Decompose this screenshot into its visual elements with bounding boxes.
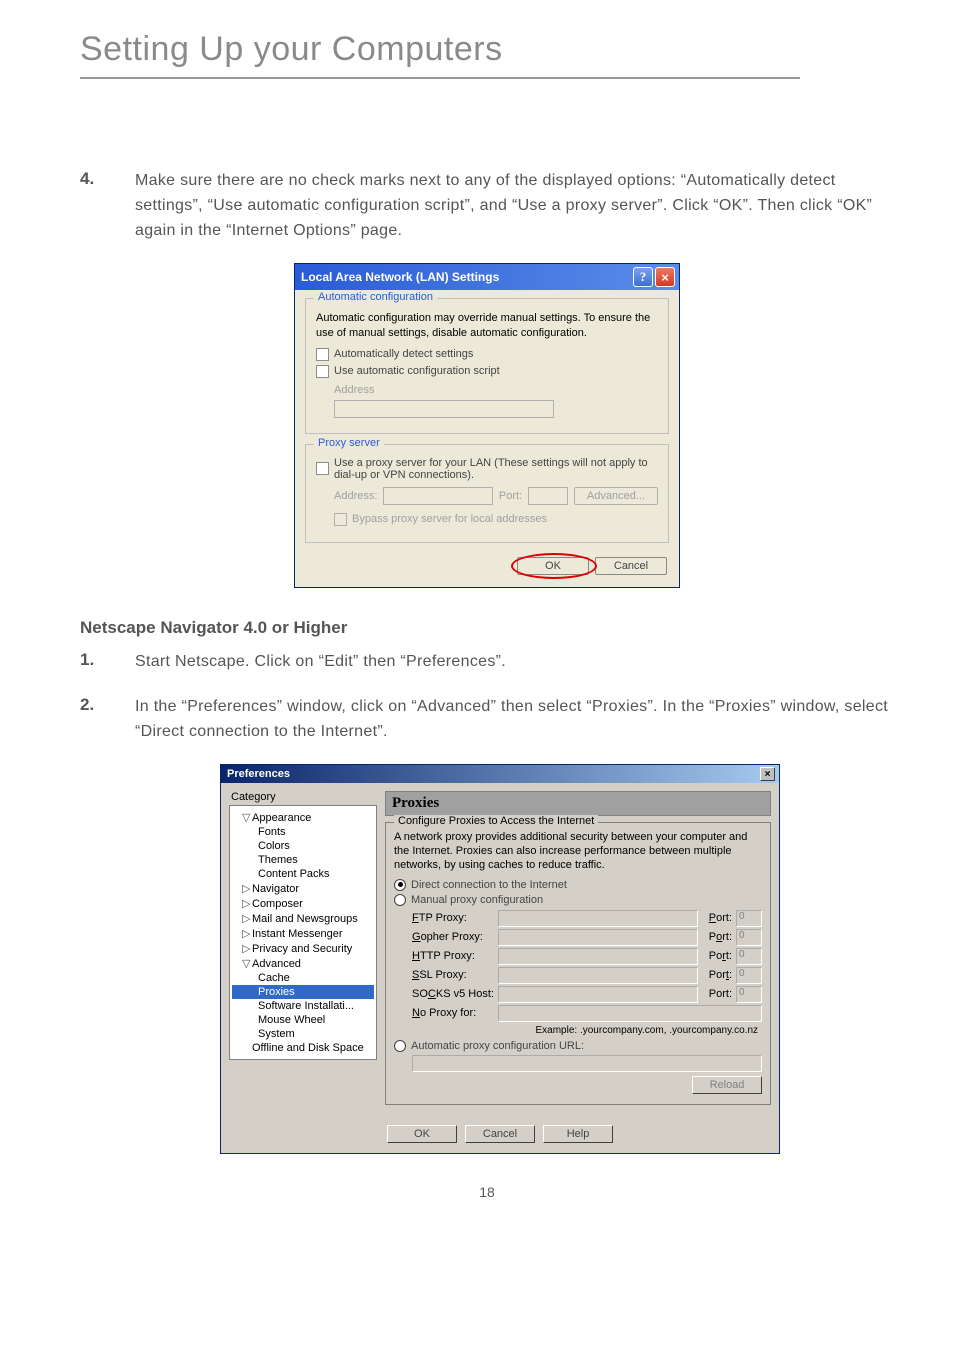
tree-privacy[interactable]: ▷Privacy and Security	[232, 941, 374, 956]
tree-system[interactable]: System	[232, 1027, 374, 1041]
tree-themes[interactable]: Themes	[232, 853, 374, 867]
page-number: 18	[80, 1184, 894, 1200]
proxy-address-label: Address:	[334, 490, 377, 502]
proxy-port-label: Port:	[499, 490, 522, 502]
step-number-2: 2.	[80, 695, 135, 745]
socks-port-input: 0	[736, 986, 762, 1003]
tree-appearance[interactable]: ▽Appearance	[232, 810, 374, 825]
title-underline	[80, 77, 800, 79]
tree-content-packs[interactable]: Content Packs	[232, 867, 374, 881]
ssl-label: SSL Proxy:	[412, 969, 494, 981]
use-script-label: Use automatic configuration script	[334, 365, 500, 377]
ssl-port-input: 0	[736, 967, 762, 984]
address-input	[334, 400, 554, 418]
autourl-input	[412, 1055, 762, 1072]
bypass-label: Bypass proxy server for local addresses	[352, 513, 547, 525]
tree-offline[interactable]: Offline and Disk Space	[232, 1041, 374, 1055]
close-button[interactable]: ×	[655, 267, 675, 287]
prefs-titlebar: Preferences ×	[221, 765, 779, 783]
tree-navigator[interactable]: ▷Navigator	[232, 881, 374, 896]
example-text: Example: .yourcompany.com, .yourcompany.…	[394, 1025, 758, 1036]
ftp-input	[498, 910, 698, 927]
proxy-server-group: Proxy server Use a proxy server for your…	[305, 444, 669, 543]
proxy-address-input	[383, 487, 492, 505]
manual-radio[interactable]	[394, 894, 406, 906]
auto-detect-checkbox[interactable]	[316, 348, 329, 361]
automatic-configuration-group: Automatic configuration Automatic config…	[305, 298, 669, 434]
dialog-title: Local Area Network (LAN) Settings	[301, 270, 631, 284]
http-label: HTTP Proxy:	[412, 950, 494, 962]
use-proxy-label: Use a proxy server for your LAN (These s…	[334, 457, 658, 481]
prefs-ok-button[interactable]: OK	[387, 1125, 457, 1143]
prefs-help-button[interactable]: Help	[543, 1125, 613, 1143]
proxy-port-input	[528, 487, 568, 505]
proxies-description: A network proxy provides additional secu…	[394, 831, 762, 872]
gopher-port-label: Port:	[702, 931, 732, 943]
socks-label: SOCKS v5 Host:	[412, 988, 494, 1000]
tree-software[interactable]: Software Installati...	[232, 999, 374, 1013]
ftp-label: FTP Proxy:	[412, 912, 494, 924]
ftp-port-input: 0	[736, 910, 762, 927]
ssl-port-label: Port:	[702, 969, 732, 981]
cancel-button[interactable]: Cancel	[595, 557, 667, 575]
tree-proxies[interactable]: Proxies	[232, 985, 374, 999]
step-4-text: Make sure there are no check marks next …	[135, 169, 894, 243]
prefs-title: Preferences	[227, 768, 760, 780]
page-title: Setting Up your Computers	[80, 30, 894, 69]
help-button[interactable]: ?	[633, 267, 653, 287]
use-script-checkbox[interactable]	[316, 365, 329, 378]
auto-detect-label: Automatically detect settings	[334, 348, 473, 360]
gopher-input	[498, 929, 698, 946]
http-port-label: Port:	[702, 950, 732, 962]
ssl-input	[498, 967, 698, 984]
proxies-title: Proxies	[385, 791, 771, 816]
tree-mouse-wheel[interactable]: Mouse Wheel	[232, 1013, 374, 1027]
step-1-text: Start Netscape. Click on “Edit” then “Pr…	[135, 650, 894, 675]
configure-proxies-group: Configure Proxies to Access the Internet…	[385, 822, 771, 1104]
category-label: Category	[231, 791, 377, 803]
tree-instant-messenger[interactable]: ▷Instant Messenger	[232, 926, 374, 941]
tree-colors[interactable]: Colors	[232, 839, 374, 853]
step-number-4: 4.	[80, 169, 135, 243]
advanced-button: Advanced...	[574, 487, 658, 505]
direct-radio[interactable]	[394, 879, 406, 891]
ok-button[interactable]: OK	[517, 557, 589, 575]
autourl-radio[interactable]	[394, 1040, 406, 1052]
lan-settings-dialog: Local Area Network (LAN) Settings ? × Au…	[294, 263, 680, 588]
gopher-label: Gopher Proxy:	[412, 931, 494, 943]
noproxy-label: No Proxy for:	[412, 1007, 494, 1019]
http-port-input: 0	[736, 948, 762, 965]
autourl-label: Automatic proxy configuration URL:	[411, 1040, 584, 1052]
tree-composer[interactable]: ▷Composer	[232, 896, 374, 911]
tree-fonts[interactable]: Fonts	[232, 825, 374, 839]
bypass-checkbox	[334, 513, 347, 526]
step-2-text: In the “Preferences” window, click on “A…	[135, 695, 894, 745]
configure-proxies-legend: Configure Proxies to Access the Internet	[394, 815, 598, 827]
reload-button: Reload	[692, 1076, 762, 1094]
socks-port-label: Port:	[702, 988, 732, 1000]
preferences-dialog: Preferences × Category ▽Appearance Fonts…	[220, 764, 780, 1153]
gopher-port-input: 0	[736, 929, 762, 946]
proxy-server-legend: Proxy server	[314, 437, 384, 449]
socks-input	[498, 986, 698, 1003]
ftp-port-label: Port:	[702, 912, 732, 924]
address-label: Address	[334, 384, 658, 396]
category-tree[interactable]: ▽Appearance Fonts Colors Themes Content …	[229, 805, 377, 1060]
dialog-titlebar: Local Area Network (LAN) Settings ? ×	[295, 264, 679, 290]
step-number-1: 1.	[80, 650, 135, 675]
direct-label: Direct connection to the Internet	[411, 879, 567, 891]
prefs-close-button[interactable]: ×	[760, 767, 775, 781]
netscape-heading: Netscape Navigator 4.0 or Higher	[80, 618, 894, 638]
config-description: Automatic configuration may override man…	[316, 311, 658, 340]
prefs-cancel-button[interactable]: Cancel	[465, 1125, 535, 1143]
noproxy-input	[498, 1005, 762, 1022]
use-proxy-checkbox[interactable]	[316, 462, 329, 475]
tree-advanced[interactable]: ▽Advanced	[232, 956, 374, 971]
manual-label: Manual proxy configuration	[411, 894, 543, 906]
tree-cache[interactable]: Cache	[232, 971, 374, 985]
tree-mail[interactable]: ▷Mail and Newsgroups	[232, 911, 374, 926]
http-input	[498, 948, 698, 965]
automatic-configuration-legend: Automatic configuration	[314, 291, 437, 303]
